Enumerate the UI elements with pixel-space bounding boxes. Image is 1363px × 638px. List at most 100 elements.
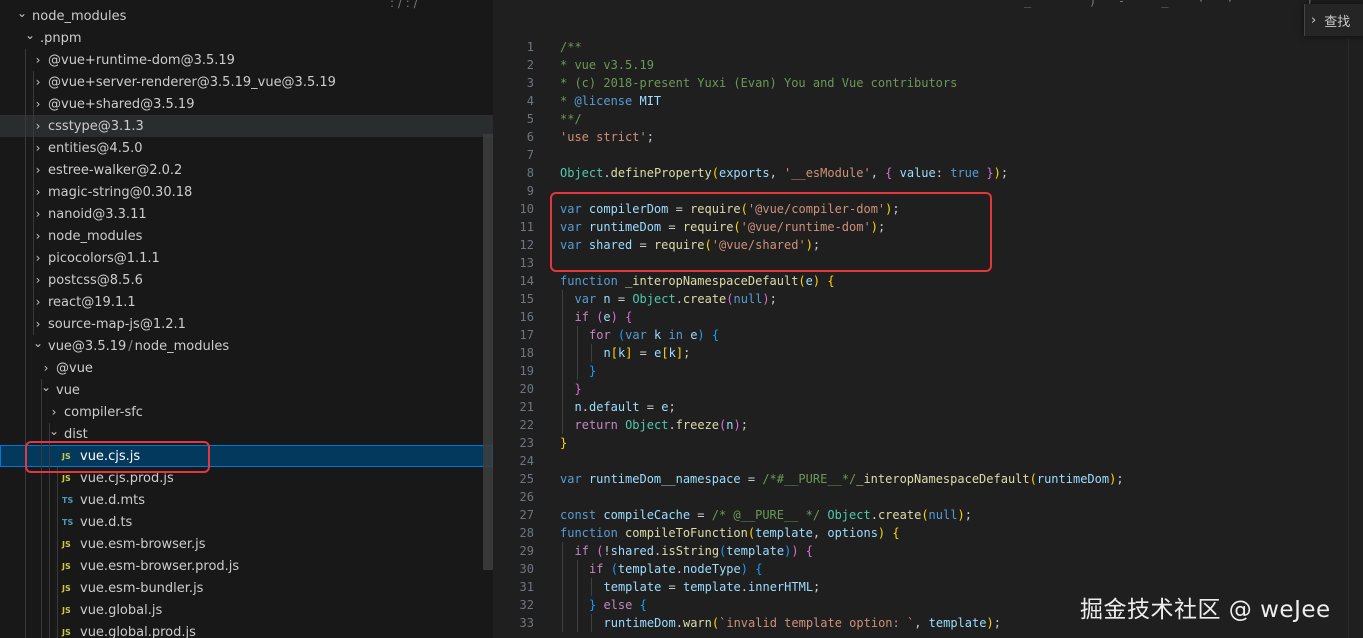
code-line[interactable]: 4 * @license MIT	[494, 92, 1363, 110]
code-line[interactable]: 19}	[494, 362, 1363, 380]
code-line[interactable]: 29 if (!shared.isString(template)) {	[494, 542, 1363, 560]
token-keyword: @license	[574, 94, 633, 108]
code-line[interactable]: 24	[494, 452, 1363, 470]
js-file-icon: JS	[62, 605, 71, 615]
code-line[interactable]: 3 * (c) 2018-present Yuxi (Evan) You and …	[494, 74, 1363, 92]
tree-folder[interactable]: › node_modules	[0, 225, 493, 247]
code-line[interactable]: 6 'use strict';	[494, 128, 1363, 146]
tree-file[interactable]: JS vue.esm-browser.js	[0, 533, 493, 555]
code-line[interactable]: 26	[494, 488, 1363, 506]
code-line[interactable]: 18 n[k] = e[k];	[494, 344, 1363, 362]
code-line[interactable]: 22 return Object.freeze(n);	[494, 416, 1363, 434]
code-text: return Object.freeze(n);	[575, 416, 748, 434]
explorer-scrollbar[interactable]	[483, 134, 493, 570]
code-indent-guide	[562, 290, 563, 308]
code-line[interactable]: 28 function compileToFunction(template, o…	[494, 524, 1363, 542]
tree-folder[interactable]: › source-map-js@1.2.1	[0, 313, 493, 335]
tree-file[interactable]: JS vue.esm-browser.prod.js	[0, 555, 493, 577]
tree-folder[interactable]: › entities@4.5.0	[0, 137, 493, 159]
find-label[interactable]: 查找	[1324, 11, 1350, 30]
code-line[interactable]: 16 if (e) {	[494, 308, 1363, 326]
tree-folder[interactable]: › postcss@8.5.6	[0, 269, 493, 291]
tree-folder[interactable]: › @vue	[0, 357, 493, 379]
code-line[interactable]: 30 if (template.nodeType) {	[494, 560, 1363, 578]
code-line[interactable]: 1 /**	[494, 38, 1363, 56]
token-punct: ,	[870, 166, 886, 180]
code-line[interactable]: 7	[494, 146, 1363, 164]
tree-file[interactable]: TS vue.d.mts	[0, 489, 493, 511]
tree-folder[interactable]: ⌄ vue	[0, 379, 493, 401]
js-file-icon: JS	[62, 539, 71, 549]
token-punct: ,	[812, 526, 828, 540]
chevron-down-icon[interactable]: ⌄	[16, 7, 28, 19]
token-variable: n	[603, 292, 611, 306]
code-line[interactable]: 15 var n = Object.create(null);	[494, 290, 1363, 308]
token-keyword: null	[928, 508, 958, 522]
token-punct: ;	[1000, 166, 1009, 180]
chevron-down-icon[interactable]: ⌄	[24, 29, 36, 41]
code-line[interactable]: 25 var runtimeDom__namespace = /*#__PURE_…	[494, 470, 1363, 488]
line-number: 28	[519, 526, 534, 540]
code-indent-guide	[576, 326, 578, 344]
editor-scrollbar[interactable]	[1348, 38, 1363, 638]
line-number: 16	[519, 310, 534, 324]
code-line[interactable]: 17 for (var k in e) {	[494, 326, 1363, 344]
explorer-panel[interactable]: : / : / ⌄ node_modules ⌄ .pnpm › @vue+runtime…	[0, 0, 493, 638]
code-text: * vue v3.5.19	[560, 56, 654, 74]
chevron-down-icon[interactable]: ⌄	[32, 337, 44, 349]
tree-file[interactable]: JS vue.global.prod.js	[0, 621, 493, 638]
code-indent-guide	[562, 362, 563, 380]
tree-folder[interactable]: › @vue+runtime-dom@3.5.19	[0, 49, 493, 71]
line-number: 11	[519, 220, 534, 234]
tree-file[interactable]: JS vue.global.js	[0, 599, 493, 621]
token-class: Object	[560, 166, 604, 180]
tree-folder[interactable]: ⌄ node_modules	[0, 5, 493, 27]
code-line[interactable]: 5 **/	[494, 110, 1363, 128]
token-punct: ;	[646, 130, 654, 144]
tree-folder[interactable]: › @vue+server-renderer@3.5.19_vue@3.5.19	[0, 71, 493, 93]
token-variable: template	[617, 562, 676, 576]
token-keyword: const	[560, 508, 604, 522]
code-line[interactable]: 20}	[494, 380, 1363, 398]
chevron-right-icon[interactable]: ›	[1311, 13, 1316, 28]
tree-file[interactable]: JS vue.esm-bundler.js	[0, 577, 493, 599]
code-line[interactable]: 23}	[494, 434, 1363, 452]
tree-folder[interactable]: ⌄ vue@3.5.19/node_modules	[0, 335, 493, 357]
tree-folder[interactable]: › @vue+shared@3.5.19	[0, 93, 493, 115]
token-bracket: )	[993, 166, 1001, 180]
tree-folder[interactable]: › csstype@3.1.3	[0, 115, 493, 137]
code-editor[interactable]: _ ' ) - _ · · ' ) ' , ', · 1/**2* vue v3…	[494, 0, 1363, 638]
tree-item-label: source-map-js@1.2.1	[48, 316, 186, 332]
tree-folder[interactable]: › nanoid@3.3.11	[0, 203, 493, 225]
code-line[interactable]: 27 const compileCache = /* @__PURE__ */ O…	[494, 506, 1363, 524]
tree-folder[interactable]: › magic-string@0.30.18	[0, 181, 493, 203]
tree-folder[interactable]: › picocolors@1.1.1	[0, 247, 493, 269]
code-line[interactable]: 8 Object.defineProperty(exports, '__esMod…	[494, 164, 1363, 182]
tree-folder[interactable]: ⌄ .pnpm	[0, 27, 493, 49]
chevron-right-icon[interactable]: ›	[40, 362, 52, 374]
chevron-right-icon[interactable]: ›	[32, 54, 44, 66]
token-variable: e	[805, 274, 813, 288]
code-line[interactable]: 2 * vue v3.5.19	[494, 56, 1363, 74]
code-line[interactable]: 14 function _interopNamespaceDefault(e) {	[494, 272, 1363, 290]
find-widget[interactable]: › 查找	[1304, 4, 1363, 36]
token-function: _interopNamespaceDefault	[856, 472, 1030, 486]
tree-folder[interactable]: › react@19.1.1	[0, 291, 493, 313]
tree-folder[interactable]: › estree-walker@2.0.2	[0, 159, 493, 181]
tree-file[interactable]: TS vue.d.ts	[0, 511, 493, 533]
code-text: var runtimeDom__namespace = /*#__PURE__*…	[560, 470, 1124, 488]
tree-item-label: vue.d.ts	[80, 514, 133, 530]
tree-item-label: vue@3.5.19	[48, 338, 127, 354]
code-text: n.default = e;	[575, 398, 676, 416]
tree-item-label: vue.d.mts	[80, 492, 145, 508]
line-number: 8	[526, 166, 534, 180]
token-bracket: }	[979, 166, 994, 180]
token-comment: *	[560, 94, 575, 108]
token-punct: .	[675, 616, 683, 630]
token-keyword: null	[733, 292, 763, 306]
token-string: 'use strict'	[560, 130, 647, 144]
tree-folder[interactable]: › compiler-sfc	[0, 401, 493, 423]
code-line[interactable]: 21 n.default = e;	[494, 398, 1363, 416]
chevron-right-icon[interactable]: ›	[48, 406, 60, 418]
line-number: 4	[526, 94, 534, 108]
